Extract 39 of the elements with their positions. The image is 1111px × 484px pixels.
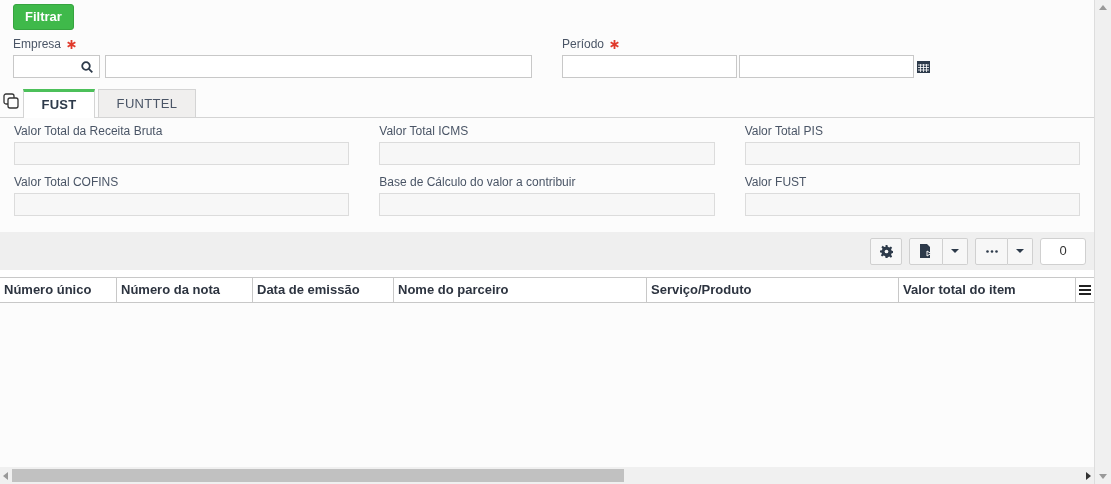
start-date-field[interactable] <box>562 55 737 78</box>
tab[interactable]: FUNTTEL <box>98 89 196 117</box>
end-date-field[interactable] <box>739 55 914 78</box>
tab[interactable]: FUST <box>23 89 95 118</box>
column-header[interactable]: Número da nota <box>117 278 253 302</box>
field-label: Valor Total ICMS <box>379 123 470 137</box>
horizontal-scrollbar[interactable] <box>0 467 1094 484</box>
export-button[interactable] <box>909 237 943 265</box>
copy-icon[interactable] <box>3 93 19 109</box>
vertical-scrollbar[interactable] <box>1094 0 1111 484</box>
field-label: Valor Total COFINS <box>14 174 120 188</box>
caret-icon <box>951 249 959 253</box>
column-header[interactable]: Nome do parceiro <box>394 278 647 302</box>
code-field[interactable] <box>13 55 100 78</box>
settings-icon <box>879 244 893 258</box>
field-label: Período <box>562 36 605 53</box>
column-header[interactable]: Valor total do item <box>899 278 1076 302</box>
settings-button[interactable] <box>870 237 902 265</box>
scroll-right-icon[interactable] <box>1086 471 1091 480</box>
scroll-left-icon[interactable] <box>3 471 8 480</box>
caret-icon <box>1016 249 1024 253</box>
more-icon <box>985 249 998 253</box>
calendar-icon[interactable] <box>917 60 930 73</box>
more-button[interactable] <box>975 237 1008 265</box>
field-label: Valor Total da Receita Bruta <box>14 123 164 137</box>
column-header[interactable]: Data de emissão <box>253 278 394 302</box>
scroll-down-icon[interactable] <box>1099 474 1107 479</box>
dropdown-button[interactable] <box>1008 237 1033 265</box>
field-label: Empresa <box>13 36 62 53</box>
search-icon <box>81 60 93 73</box>
column-header[interactable]: Número único <box>0 278 117 302</box>
field-label: Valor FUST <box>744 174 808 188</box>
field-label: Base de Cálculo do valor a contribuir <box>379 174 577 188</box>
record-count: 0 <box>1040 237 1086 265</box>
field-label: Valor Total PIS <box>744 123 824 137</box>
column-header[interactable]: Serviço/Produto <box>647 278 899 302</box>
scroll-up-icon[interactable] <box>1099 5 1107 10</box>
file-icon <box>920 244 932 258</box>
name-field[interactable] <box>105 55 532 78</box>
